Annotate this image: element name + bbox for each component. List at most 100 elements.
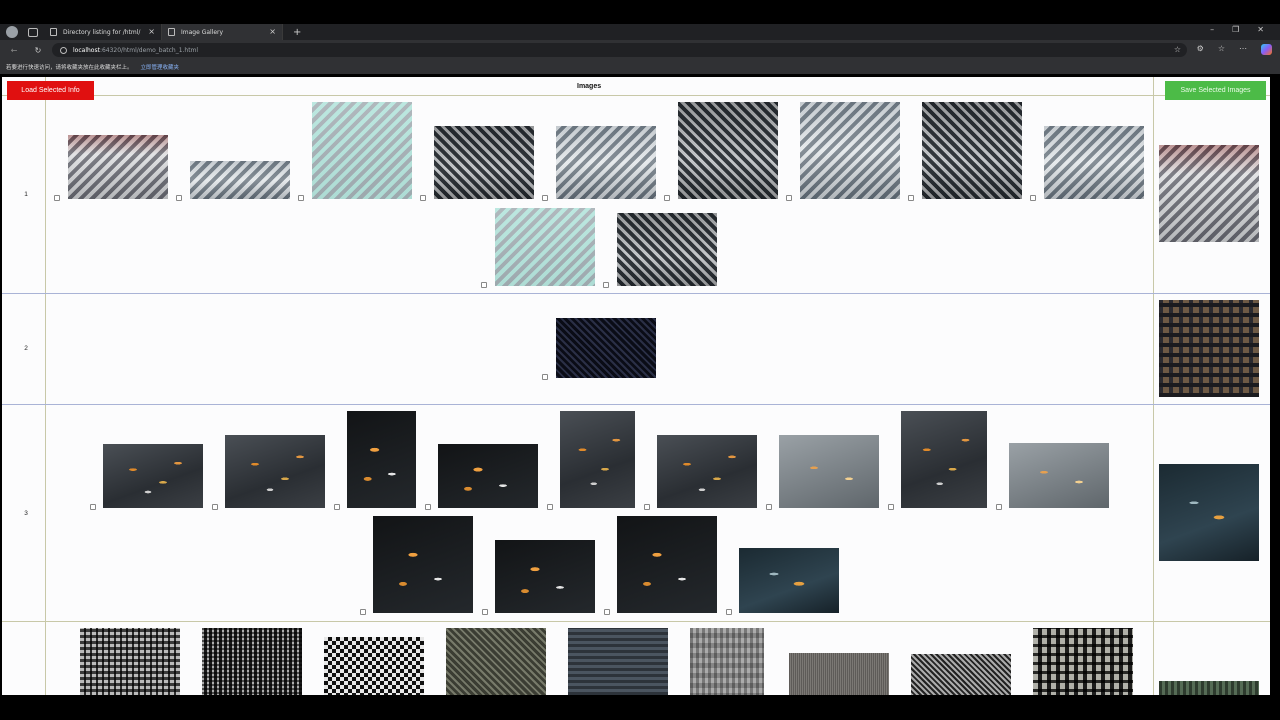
close-window-icon[interactable]: ✕ (1257, 25, 1264, 34)
favorites-bar-text: 若要进行快速访问，请将收藏夹放在此收藏夹栏上。 (6, 65, 133, 71)
gallery-image[interactable] (446, 628, 546, 695)
info-icon[interactable] (60, 46, 67, 54)
gallery-image[interactable] (103, 444, 203, 508)
image-checkbox[interactable] (726, 609, 732, 615)
image-checkbox[interactable] (1030, 195, 1036, 201)
url-field[interactable]: localhost :64320/html/demo_batch_1.html … (52, 43, 1187, 57)
page-icon (168, 28, 175, 36)
image-checkbox[interactable] (888, 504, 894, 510)
row-number: 2 (24, 345, 28, 352)
tab-directory-listing[interactable]: Directory listing for /html/ × (44, 24, 162, 40)
gallery-image[interactable] (495, 540, 595, 613)
image-checkbox[interactable] (996, 504, 1002, 510)
url-path: :64320/html/demo_batch_1.html (99, 46, 199, 54)
gallery-image[interactable] (1044, 126, 1144, 199)
load-selected-info-button[interactable]: Load Selected Info (7, 81, 94, 100)
image-checkbox[interactable] (786, 195, 792, 201)
address-bar-row: ← ↻ localhost :64320/html/demo_batch_1.h… (0, 40, 1280, 60)
gallery-image[interactable] (911, 654, 1011, 695)
image-checkbox[interactable] (542, 195, 548, 201)
selected-preview-image[interactable] (1159, 464, 1259, 561)
gallery-image[interactable] (80, 628, 180, 695)
gallery-page: Load Selected Info Images Save Selected … (2, 77, 1270, 695)
image-checkbox[interactable] (334, 504, 340, 510)
gallery-image[interactable] (922, 102, 1022, 199)
back-icon[interactable]: ← (9, 46, 19, 55)
gallery-image[interactable] (347, 411, 416, 508)
more-icon[interactable]: ⋯ (1239, 44, 1247, 55)
image-checkbox[interactable] (644, 504, 650, 510)
selected-preview-image[interactable] (1159, 681, 1259, 695)
gallery-image[interactable] (617, 213, 717, 286)
image-checkbox[interactable] (176, 195, 182, 201)
gallery-image[interactable] (800, 102, 900, 199)
row-number: 1 (24, 191, 28, 198)
column-divider (45, 77, 46, 695)
selected-preview-image[interactable] (1159, 300, 1259, 397)
favorite-star-icon[interactable]: ☆ (1174, 45, 1181, 54)
tab-title: Directory listing for /html/ (63, 28, 141, 36)
image-checkbox[interactable] (212, 504, 218, 510)
gallery-image[interactable] (68, 135, 168, 199)
image-checkbox[interactable] (542, 374, 548, 380)
gallery-image[interactable] (225, 435, 325, 508)
image-checkbox[interactable] (766, 504, 772, 510)
image-checkbox[interactable] (90, 504, 96, 510)
gallery-image[interactable] (779, 435, 879, 508)
selected-preview-image[interactable] (1159, 145, 1259, 242)
gallery-image[interactable] (438, 444, 538, 508)
extensions-icon[interactable]: ⚙ (1197, 44, 1204, 55)
gallery-image[interactable] (657, 435, 757, 508)
gallery-image[interactable] (901, 411, 987, 508)
tab-actions-icon[interactable] (28, 27, 38, 37)
image-checkbox[interactable] (664, 195, 670, 201)
image-checkbox[interactable] (908, 195, 914, 201)
reload-icon[interactable]: ↻ (33, 46, 43, 55)
copilot-icon[interactable] (1261, 44, 1272, 55)
gallery-image[interactable] (373, 516, 473, 613)
minimize-icon[interactable]: – (1210, 25, 1214, 34)
profile-icon[interactable] (6, 26, 18, 38)
image-checkbox[interactable] (603, 282, 609, 288)
favorites-icon[interactable]: ☆ (1218, 44, 1225, 55)
gallery-image[interactable] (324, 637, 424, 695)
image-checkbox[interactable] (360, 609, 366, 615)
gallery-image[interactable] (789, 653, 889, 695)
image-checkbox[interactable] (604, 609, 610, 615)
screen-top-bar (0, 0, 1280, 24)
close-icon[interactable]: × (148, 27, 155, 36)
save-selected-images-button[interactable]: Save Selected Images (1165, 81, 1266, 100)
gallery-image[interactable] (678, 102, 778, 199)
gallery-image[interactable] (568, 628, 668, 695)
gallery-image[interactable] (434, 126, 534, 199)
gallery-image[interactable] (690, 628, 764, 695)
row-divider (2, 293, 1270, 294)
image-checkbox[interactable] (547, 504, 553, 510)
gallery-image[interactable] (1009, 443, 1109, 508)
gallery-image[interactable] (202, 628, 302, 695)
url-host: localhost (73, 46, 100, 54)
gallery-image[interactable] (1033, 628, 1133, 695)
image-checkbox[interactable] (481, 282, 487, 288)
close-icon[interactable]: × (269, 27, 276, 36)
image-checkbox[interactable] (425, 504, 431, 510)
gallery-image[interactable] (739, 548, 839, 613)
gallery-image[interactable] (495, 208, 595, 286)
gallery-image[interactable] (556, 318, 656, 378)
row-divider (2, 621, 1270, 622)
restore-icon[interactable]: ❐ (1232, 25, 1239, 34)
image-checkbox[interactable] (298, 195, 304, 201)
image-checkbox[interactable] (482, 609, 488, 615)
new-tab-button[interactable]: + (293, 27, 301, 38)
window-controls: – ❐ ✕ (1210, 25, 1264, 34)
gallery-image[interactable] (560, 411, 635, 508)
screen-bottom-bar (0, 695, 1280, 720)
image-checkbox[interactable] (54, 195, 60, 201)
gallery-image[interactable] (617, 516, 717, 613)
tab-image-gallery[interactable]: Image Gallery × (162, 24, 283, 40)
gallery-image[interactable] (556, 126, 656, 199)
image-checkbox[interactable] (420, 195, 426, 201)
gallery-image[interactable] (312, 102, 412, 199)
manage-favorites-link[interactable]: 立即管理收藏夹 (141, 63, 180, 71)
gallery-image[interactable] (190, 161, 290, 199)
